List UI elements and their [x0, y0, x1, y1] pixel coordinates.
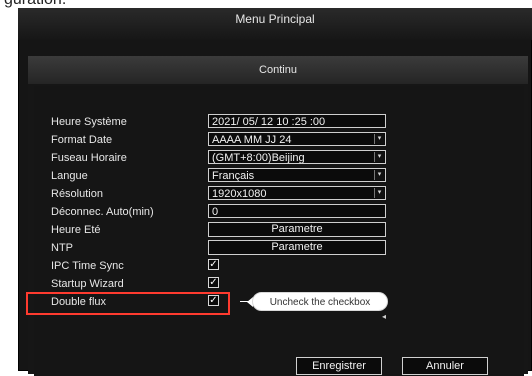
language-value: Français	[212, 170, 255, 182]
row-startup-wizard: Startup Wizard ✓	[34, 275, 524, 293]
resolution-label: Résolution	[51, 188, 103, 200]
window-title: Menu Principal	[235, 12, 315, 26]
ipc-time-sync-checkbox[interactable]: ✓	[208, 259, 219, 270]
window-titlebar: Menu Principal	[18, 8, 532, 40]
instruction-callout: Uncheck the checkbox	[252, 292, 388, 311]
row-language: Langue Français ▾	[34, 167, 524, 185]
date-format-select[interactable]: AAAA MM JJ 24 ▾	[208, 132, 386, 146]
row-dst: Heure Eté Parametre	[34, 221, 524, 239]
auto-logout-label: Déconnec. Auto(min)	[51, 206, 154, 218]
cancel-button[interactable]: Annuler	[402, 357, 488, 375]
startup-wizard-checkbox[interactable]: ✓	[208, 277, 219, 288]
dst-parametre-button[interactable]: Parametre	[208, 222, 386, 237]
auto-logout-field[interactable]: 0	[208, 204, 386, 218]
resolution-select[interactable]: 1920x1080 ▾	[208, 186, 386, 200]
panel-header: Continu	[28, 56, 528, 84]
time-zone-value: (GMT+8:00)Beijing	[212, 152, 305, 164]
ntp-parametre-button[interactable]: Parametre	[208, 240, 386, 255]
dvr-settings-window: Menu Principal Continu Heure Système 202…	[18, 8, 532, 376]
date-format-label: Format Date	[51, 134, 113, 146]
ipc-time-sync-label: IPC Time Sync	[51, 260, 124, 272]
system-time-field[interactable]: 2021/ 05/ 12 10 :25 :00	[208, 114, 386, 128]
row-date-format: Format Date AAAA MM JJ 24 ▾	[34, 131, 524, 149]
system-time-label: Heure Système	[51, 116, 127, 128]
language-select[interactable]: Français ▾	[208, 168, 386, 182]
date-format-value: AAAA MM JJ 24	[212, 134, 292, 146]
row-system-time: Heure Système 2021/ 05/ 12 10 :25 :00	[34, 113, 524, 131]
startup-wizard-highlight-box	[26, 292, 230, 315]
language-label: Langue	[51, 170, 88, 182]
save-button[interactable]: Enregistrer	[296, 357, 382, 375]
row-ntp: NTP Parametre	[34, 239, 524, 257]
resolution-value: 1920x1080	[212, 188, 267, 200]
row-ipc-time-sync: IPC Time Sync ✓	[34, 257, 524, 275]
ntp-label: NTP	[51, 242, 73, 254]
settings-content: Heure Système 2021/ 05/ 12 10 :25 :00 Fo…	[34, 86, 524, 376]
dst-label: Heure Eté	[51, 224, 101, 236]
time-zone-select[interactable]: (GMT+8:00)Beijing ▾	[208, 150, 386, 164]
tiny-caret-icon: ◂	[382, 312, 387, 321]
chevron-down-icon[interactable]: ▾	[374, 170, 384, 180]
row-time-zone: Fuseau Horaire (GMT+8:00)Beijing ▾	[34, 149, 524, 167]
chevron-down-icon[interactable]: ▾	[374, 188, 384, 198]
time-zone-label: Fuseau Horaire	[51, 152, 127, 164]
chevron-down-icon[interactable]: ▾	[374, 152, 384, 162]
panel-title: Continu	[259, 64, 297, 76]
chevron-down-icon[interactable]: ▾	[374, 134, 384, 144]
startup-wizard-label: Startup Wizard	[51, 278, 124, 290]
row-resolution: Résolution 1920x1080 ▾	[34, 185, 524, 203]
row-auto-logout: Déconnec. Auto(min) 0	[34, 203, 524, 221]
